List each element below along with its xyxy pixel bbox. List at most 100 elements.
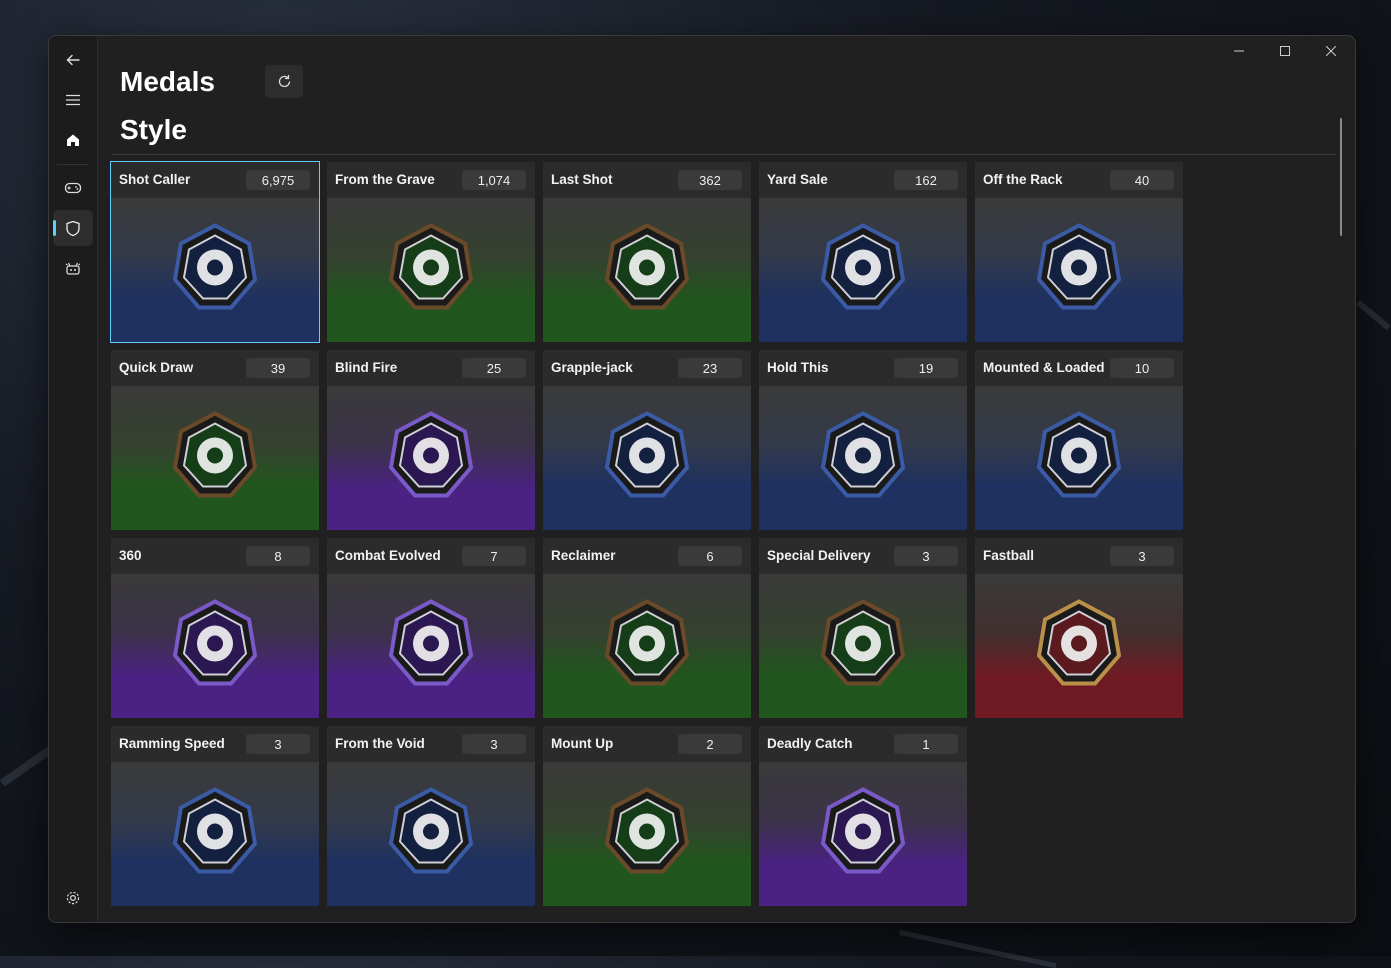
- baseball-grenade-icon: [1033, 598, 1125, 695]
- medal-card-header: From the Void 3: [327, 726, 535, 762]
- medal-card[interactable]: Off the Rack 40: [975, 162, 1183, 342]
- medal-card-header: Deadly Catch 1: [759, 726, 967, 762]
- vertical-scrollbar[interactable]: [1340, 118, 1342, 236]
- medal-name: Off the Rack: [983, 172, 1063, 187]
- medal-name: Hold This: [767, 360, 829, 375]
- weapon-rack-icon: [1033, 222, 1125, 319]
- medals-page: Medals Style Shot Caller 6,975 From the G…: [98, 36, 1354, 922]
- medal-card-header: Reclaimer 6: [543, 538, 751, 574]
- skull-icon: [169, 222, 261, 319]
- medal-card-body: [543, 762, 751, 906]
- shield-icon: [66, 220, 80, 236]
- nav-matches[interactable]: [53, 170, 93, 206]
- medal-card-body: [975, 198, 1183, 342]
- nav-settings[interactable]: [53, 880, 93, 916]
- medal-name: 360: [119, 548, 142, 563]
- medal-card-header: Fastball 3: [975, 538, 1183, 574]
- nav-companion[interactable]: [53, 250, 93, 286]
- medal-card[interactable]: Deadly Catch 1: [759, 726, 967, 906]
- medal-card[interactable]: Shot Caller 6,975: [110, 161, 320, 343]
- medal-card[interactable]: From the Void 3: [327, 726, 535, 906]
- medal-count-badge: 6,975: [246, 170, 310, 190]
- medal-count-badge: 6: [678, 546, 742, 566]
- medal-count-badge: 3: [1110, 546, 1174, 566]
- medal-name: Deadly Catch: [767, 736, 853, 751]
- back-button[interactable]: [53, 42, 93, 78]
- medal-card-header: Special Delivery 3: [759, 538, 967, 574]
- medal-count-badge: 3: [462, 734, 526, 754]
- gift-grenade-icon: [817, 598, 909, 695]
- medal-card[interactable]: 360 8: [111, 538, 319, 718]
- medal-card[interactable]: Combat Evolved 7: [327, 538, 535, 718]
- medal-card-body: [111, 386, 319, 530]
- gamepad-icon: [64, 182, 82, 194]
- medal-card[interactable]: Grapple-jack 23: [543, 350, 751, 530]
- medal-count-badge: 7: [462, 546, 526, 566]
- bot-icon: [65, 262, 81, 275]
- medal-card[interactable]: Quick Draw 39: [111, 350, 319, 530]
- medal-name: Reclaimer: [551, 548, 616, 563]
- medal-card[interactable]: Last Shot 362: [543, 162, 751, 342]
- medal-card-body: [759, 574, 967, 718]
- medal-count-badge: 23: [678, 358, 742, 378]
- medal-name: Fastball: [983, 548, 1035, 563]
- medal-count-badge: 39: [246, 358, 310, 378]
- medal-card[interactable]: Reclaimer 6: [543, 538, 751, 718]
- medal-count-badge: 19: [894, 358, 958, 378]
- medal-name: Quick Draw: [119, 360, 194, 375]
- halo-ring-icon: [385, 598, 477, 695]
- open-box-icon: [817, 222, 909, 319]
- background-streak: [1356, 300, 1391, 331]
- medal-card-header: Off the Rack 40: [975, 162, 1183, 198]
- nav-home[interactable]: [53, 122, 93, 158]
- medal-count-badge: 3: [246, 734, 310, 754]
- medal-card[interactable]: Special Delivery 3: [759, 538, 967, 718]
- medal-name: Grapple-jack: [551, 360, 633, 375]
- medal-card-body: [975, 574, 1183, 718]
- medal-card[interactable]: Yard Sale 162: [759, 162, 967, 342]
- thrown-rifle-icon: [817, 410, 909, 507]
- medal-card[interactable]: Ramming Speed 3: [111, 726, 319, 906]
- home-icon: [67, 134, 79, 146]
- section-title: Style: [120, 114, 187, 145]
- turret-icon: [1033, 410, 1125, 507]
- medal-count-badge: 25: [462, 358, 526, 378]
- medal-card-body: [111, 574, 319, 718]
- medal-count-badge: 3: [894, 546, 958, 566]
- medal-card-header: Ramming Speed 3: [111, 726, 319, 762]
- navigation-rail: [49, 36, 98, 922]
- medal-name: Last Shot: [551, 172, 613, 187]
- medal-card[interactable]: From the Grave 1,074: [327, 162, 535, 342]
- medal-card[interactable]: Mounted & Loaded 10: [975, 350, 1183, 530]
- medal-card-header: Mount Up 2: [543, 726, 751, 762]
- page-title: Medals: [120, 66, 215, 97]
- medal-card-body: [759, 762, 967, 906]
- medal-card-header: 360 8: [111, 538, 319, 574]
- medal-card-header: Shot Caller 6,975: [111, 162, 319, 198]
- medal-card-body: [111, 198, 319, 342]
- refresh-button[interactable]: [265, 65, 303, 98]
- medal-count-badge: 10: [1110, 358, 1174, 378]
- medal-count-badge: 2: [678, 734, 742, 754]
- background-streak: [898, 930, 1057, 968]
- app-window: Medals Style Shot Caller 6,975 From the G…: [48, 35, 1356, 923]
- medal-count-badge: 1: [894, 734, 958, 754]
- menu-icon: [66, 94, 80, 106]
- medal-card-header: Yard Sale 162: [759, 162, 967, 198]
- medal-name: From the Void: [335, 736, 425, 751]
- settings-icon: [66, 891, 80, 905]
- revolver-cylinder-icon: [601, 222, 693, 319]
- gravestone-icon: [385, 222, 477, 319]
- back-icon: [66, 54, 80, 66]
- medal-card[interactable]: Mount Up 2: [543, 726, 751, 906]
- medal-card[interactable]: Hold This 19: [759, 350, 967, 530]
- gunslinger-icon: [169, 410, 261, 507]
- menu-button[interactable]: [53, 82, 93, 118]
- medal-card[interactable]: Blind Fire 25: [327, 350, 535, 530]
- nav-medals[interactable]: [53, 210, 93, 246]
- medal-card-header: Combat Evolved 7: [327, 538, 535, 574]
- grappleshot-icon: [601, 410, 693, 507]
- medal-count-badge: 8: [246, 546, 310, 566]
- medal-card[interactable]: Fastball 3: [975, 538, 1183, 718]
- ram-icon: [169, 786, 261, 883]
